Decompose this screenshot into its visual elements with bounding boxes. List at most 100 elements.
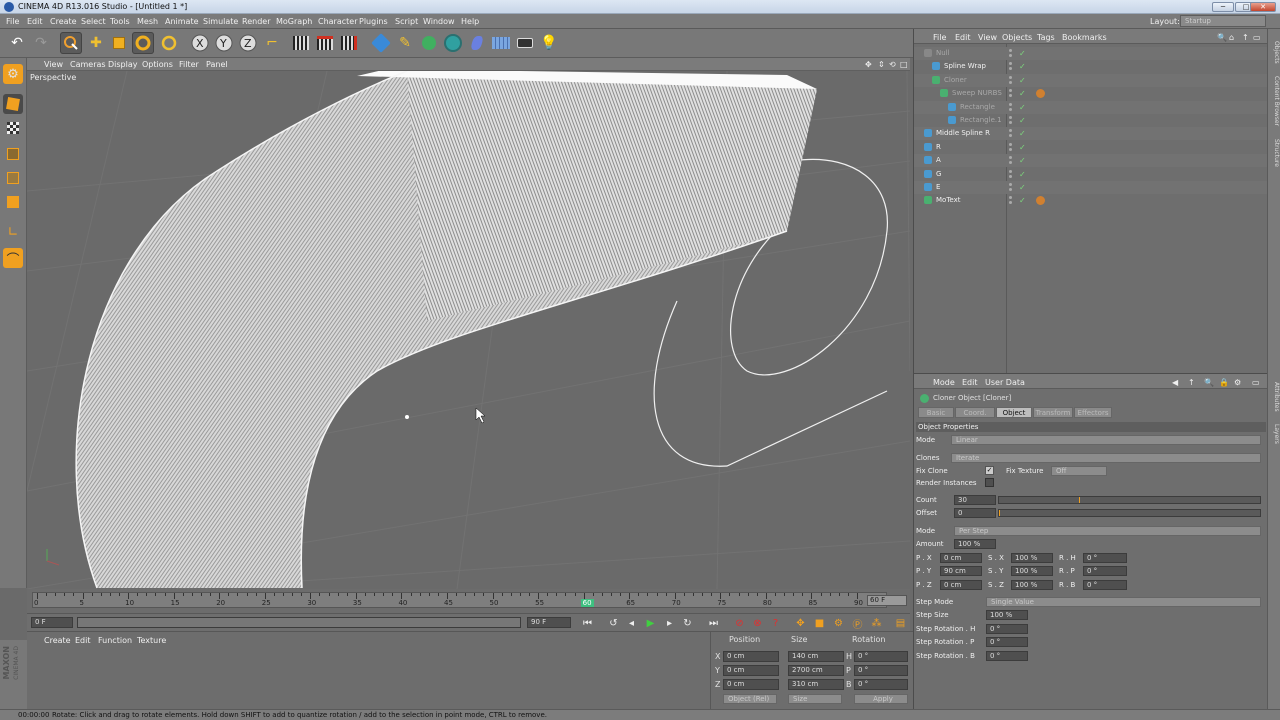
enabled-check-icon[interactable]: ✓ [1019, 62, 1026, 71]
move-icon[interactable]: ✚ [85, 32, 107, 54]
coord-x-position[interactable]: 0 cm [723, 651, 779, 662]
attr-back-icon[interactable]: ◀ [1172, 378, 1178, 387]
viewport-menu-options[interactable]: Options [142, 60, 173, 69]
enabled-check-icon[interactable]: ✓ [1019, 116, 1026, 125]
menu-window[interactable]: Window [423, 17, 455, 26]
rotate-icon[interactable] [132, 32, 154, 54]
texture-mode-icon[interactable] [3, 118, 23, 138]
floor-icon[interactable] [490, 32, 512, 54]
menu-edit[interactable]: Edit [27, 17, 43, 26]
obj-menu-edit[interactable]: Edit [955, 33, 971, 42]
attr-new-window-icon[interactable]: ▭ [1252, 378, 1260, 387]
visibility-dots-icon[interactable] [1007, 183, 1017, 192]
attr-menu-edit[interactable]: Edit [962, 378, 978, 387]
enabled-check-icon[interactable]: ✓ [1019, 183, 1026, 192]
obj-new-window-icon[interactable]: ▭ [1253, 33, 1261, 42]
polygons-mode-icon[interactable] [3, 192, 23, 212]
enabled-check-icon[interactable]: ✓ [1019, 49, 1026, 58]
position-key-icon[interactable]: ✥ [793, 616, 808, 630]
scale-icon[interactable] [108, 32, 130, 54]
menu-script[interactable]: Script [395, 17, 418, 26]
object-row[interactable]: Cloner ✓ [914, 73, 1268, 87]
menu-tools[interactable]: Tools [110, 17, 130, 26]
render-settings-icon[interactable] [338, 32, 360, 54]
offset-slider[interactable] [998, 509, 1261, 517]
tweak-mode-icon[interactable]: ⌒ [3, 248, 23, 268]
viewport-menu-filter[interactable]: Filter [179, 60, 199, 69]
current-frame-field[interactable]: 0 F [31, 617, 73, 628]
menu-create[interactable]: Create [50, 17, 77, 26]
object-row[interactable]: E ✓ [914, 181, 1268, 194]
tab-basic[interactable]: Basic [918, 407, 954, 418]
preview-range-slider[interactable] [77, 617, 521, 628]
prs-s-field[interactable]: 100 % [1011, 566, 1053, 577]
viewport-menu-panel[interactable]: Panel [206, 60, 228, 69]
render-instances-checkbox[interactable] [985, 478, 994, 487]
material-menu-function[interactable]: Function [98, 636, 132, 645]
tab-object[interactable]: Object [996, 407, 1032, 418]
object-row[interactable]: Middle Spline R ✓ [914, 127, 1268, 141]
enabled-check-icon[interactable]: ✓ [1019, 89, 1026, 98]
go-to-end-icon[interactable]: ⏭ [706, 616, 721, 630]
nurbs-icon[interactable] [418, 32, 440, 54]
prs-p-field[interactable]: 90 cm [940, 566, 982, 577]
z-axis-lock-icon[interactable]: Z [237, 32, 259, 54]
object-row[interactable]: Rectangle.1 ✓ [914, 114, 1268, 127]
menu-file[interactable]: File [6, 17, 19, 26]
visibility-dots-icon[interactable] [1007, 129, 1017, 138]
obj-menu-objects[interactable]: Objects [1002, 33, 1032, 42]
object-name[interactable]: A [936, 156, 941, 164]
timeline-ruler[interactable]: 0 5 10 15 20 25 30 35 40 45 50 55 60 65 70 75 80 85 90 [32, 592, 887, 608]
coord-x-size[interactable]: 140 cm [788, 651, 844, 662]
tag-icon[interactable] [1036, 89, 1045, 99]
enabled-check-icon[interactable]: ✓ [1019, 156, 1026, 165]
prs-r-field[interactable]: 0 ° [1083, 553, 1127, 563]
attr-up-icon[interactable]: ↑ [1188, 378, 1195, 387]
obj-home-icon[interactable]: ⌂ [1229, 33, 1234, 42]
viewport-menu-cameras[interactable]: Cameras [70, 60, 106, 69]
deformer-icon[interactable] [466, 32, 488, 54]
enabled-check-icon[interactable]: ✓ [1019, 76, 1026, 85]
enabled-check-icon[interactable]: ✓ [1019, 129, 1026, 138]
viewport-3d[interactable]: Perspective [27, 71, 910, 589]
array-icon[interactable] [442, 32, 464, 54]
undo-icon[interactable]: ↶ [6, 32, 28, 54]
mode-dropdown[interactable]: Linear [951, 435, 1261, 445]
sidetab-structure[interactable]: Structure [1269, 133, 1280, 173]
recent-tool-icon[interactable] [158, 32, 180, 54]
minimize-button[interactable]: ─ [1212, 2, 1234, 12]
step-rotation-field[interactable]: 0 ° [986, 650, 1028, 661]
y-axis-lock-icon[interactable]: Y [213, 32, 235, 54]
mode2-dropdown[interactable]: Per Step [954, 526, 1261, 536]
object-name[interactable]: R [936, 143, 941, 151]
tab-effectors[interactable]: Effectors [1074, 407, 1112, 418]
previous-frame-icon[interactable]: ◂ [624, 616, 639, 630]
attr-search-icon[interactable]: 🔍 [1204, 378, 1214, 387]
count-field[interactable]: 30 [954, 495, 996, 505]
object-name[interactable]: G [936, 170, 941, 178]
object-row[interactable]: G ✓ [914, 168, 1268, 181]
material-menu-texture[interactable]: Texture [137, 636, 166, 645]
object-name[interactable]: E [936, 183, 940, 191]
attr-menu-user-data[interactable]: User Data [985, 378, 1025, 387]
viewport-rotate-icon[interactable]: ⟲ [889, 60, 896, 69]
visibility-dots-icon[interactable] [1007, 196, 1017, 205]
visibility-dots-icon[interactable] [1007, 142, 1017, 152]
menu-plugins[interactable]: Plugins [359, 17, 388, 26]
menu-mesh[interactable]: Mesh [137, 17, 158, 26]
make-editable-icon[interactable]: ⚙ [3, 64, 23, 84]
menu-select[interactable]: Select [81, 17, 106, 26]
sidetab-layers[interactable]: Layers [1269, 419, 1280, 449]
prs-p-field[interactable]: 0 cm [940, 553, 982, 563]
coordinate-system-icon[interactable]: ⌐ [261, 32, 283, 54]
go-to-start-icon[interactable]: ⏮ [580, 616, 595, 630]
render-picture-viewer-icon[interactable] [314, 32, 336, 54]
visibility-dots-icon[interactable] [1007, 49, 1017, 58]
object-name[interactable]: MoText [936, 196, 960, 204]
visibility-dots-icon[interactable] [1007, 102, 1017, 112]
live-selection-icon[interactable] [60, 32, 82, 54]
object-name[interactable]: Middle Spline R [936, 129, 990, 137]
layout-dropdown[interactable]: Startup [1180, 15, 1266, 27]
prs-s-field[interactable]: 100 % [1011, 553, 1053, 563]
x-axis-lock-icon[interactable]: X [189, 32, 211, 54]
